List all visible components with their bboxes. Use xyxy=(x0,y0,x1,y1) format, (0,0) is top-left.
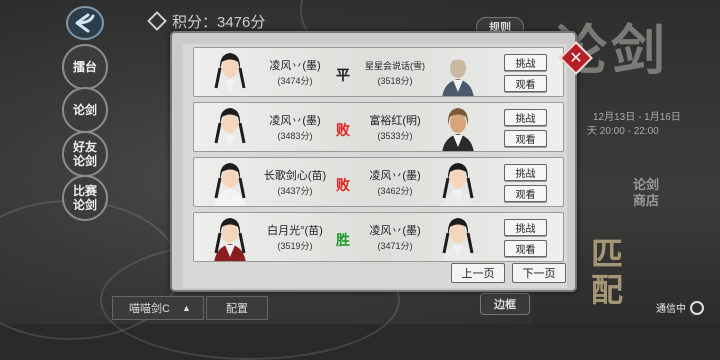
team-dropdown-label: 喵喵剑C xyxy=(129,303,170,315)
left-player-name: 白月光°(苗) xyxy=(267,225,323,237)
config-button[interactable]: 配置 xyxy=(206,296,268,320)
left-player-portrait xyxy=(208,48,252,96)
record-row: 长歌剑心(苗) (3437分) 败 凌风丷(墨) (3462分) 挑战观看 xyxy=(193,157,564,207)
match-result: 败 xyxy=(336,122,350,138)
right-player-score: (3462分) xyxy=(377,186,413,196)
event-date: 12月13日 - 1月16日 xyxy=(593,112,681,123)
left-player-portrait xyxy=(208,103,252,151)
record-row: 凌风丷(墨) (3483分) 败 富裕红(明) (3533分) 挑战观看 xyxy=(193,102,564,152)
back-arrow-icon xyxy=(75,13,95,33)
left-player-portrait xyxy=(208,213,252,261)
left-player-score: (3483分) xyxy=(277,131,313,141)
frame-tab[interactable]: 边框 xyxy=(480,293,530,315)
watch-button[interactable]: 观看 xyxy=(504,130,547,147)
right-player-score: (3471分) xyxy=(377,241,413,251)
next-page-button[interactable]: 下一页 xyxy=(512,263,566,283)
match-result: 败 xyxy=(336,177,350,193)
score-label: 积分：3476分 xyxy=(172,13,266,31)
watch-button[interactable]: 观看 xyxy=(504,240,547,257)
watch-button[interactable]: 观看 xyxy=(504,75,547,92)
right-player-portrait xyxy=(436,213,480,261)
left-player-score: (3474分) xyxy=(277,76,313,86)
status-label: 通信中 xyxy=(656,304,686,315)
challenge-button[interactable]: 挑战 xyxy=(504,109,547,126)
sidebar-item-match-duel[interactable]: 比赛论剑 xyxy=(62,175,108,221)
close-icon: ✕ xyxy=(569,50,583,67)
sidebar-item-arena[interactable]: 擂台 xyxy=(62,44,108,90)
team-dropdown[interactable]: 喵喵剑C ▲ xyxy=(112,296,204,320)
diamond-icon xyxy=(147,11,167,31)
right-player-score: (3533分) xyxy=(377,131,413,141)
right-player-portrait xyxy=(436,48,480,96)
caret-up-icon: ▲ xyxy=(181,303,191,313)
watch-button[interactable]: 观看 xyxy=(504,185,547,202)
challenge-button[interactable]: 挑战 xyxy=(504,219,547,236)
left-player-score: (3519分) xyxy=(277,241,313,251)
connection-status: 通信中 xyxy=(656,300,704,315)
sidebar-item-friend-duel[interactable]: 好友论剑 xyxy=(62,131,108,177)
sidebar-item-friend-duel-label: 好友论剑 xyxy=(72,140,97,168)
score-display: 积分：3476分 xyxy=(147,10,266,32)
right-player-portrait xyxy=(436,158,480,206)
right-player-name: 凌风丷(墨) xyxy=(369,170,421,182)
match-button[interactable]: 匹配 xyxy=(591,236,631,308)
left-player-name: 长歌剑心(苗) xyxy=(263,170,327,182)
prev-page-button[interactable]: 上一页 xyxy=(451,263,505,283)
right-player-portrait xyxy=(436,103,480,151)
left-player-name: 凌风丷(墨) xyxy=(269,60,321,72)
match-result: 胜 xyxy=(336,232,350,248)
match-result: 平 xyxy=(336,67,350,83)
right-player-name: 富裕红(明) xyxy=(369,115,421,127)
left-player-score: (3437分) xyxy=(277,186,313,196)
event-time: 天 20:00 - 22:00 xyxy=(587,126,659,137)
challenge-button[interactable]: 挑战 xyxy=(504,54,547,71)
right-player-name: 凌风丷(墨) xyxy=(369,225,421,237)
sidebar-item-duel[interactable]: 论剑 xyxy=(62,87,108,133)
right-player-name: 星星会说话(雪) xyxy=(365,61,425,71)
record-row: 凌风丷(墨) (3474分) 平 星星会说话(雪) (3518分) 挑战观看 xyxy=(193,47,564,97)
sidebar-item-match-duel-label: 比赛论剑 xyxy=(72,184,97,212)
back-button[interactable] xyxy=(66,6,104,40)
signal-icon xyxy=(690,300,704,315)
challenge-button[interactable]: 挑战 xyxy=(504,164,547,181)
left-player-name: 凌风丷(墨) xyxy=(269,115,321,127)
left-player-portrait xyxy=(208,158,252,206)
record-row: 白月光°(苗) (3519分) 胜 凌风丷(墨) (3471分) 挑战观看 xyxy=(193,212,564,262)
shop-label[interactable]: 论剑商店 xyxy=(633,178,659,210)
right-player-score: (3518分) xyxy=(377,76,413,86)
sidebar xyxy=(0,0,70,324)
